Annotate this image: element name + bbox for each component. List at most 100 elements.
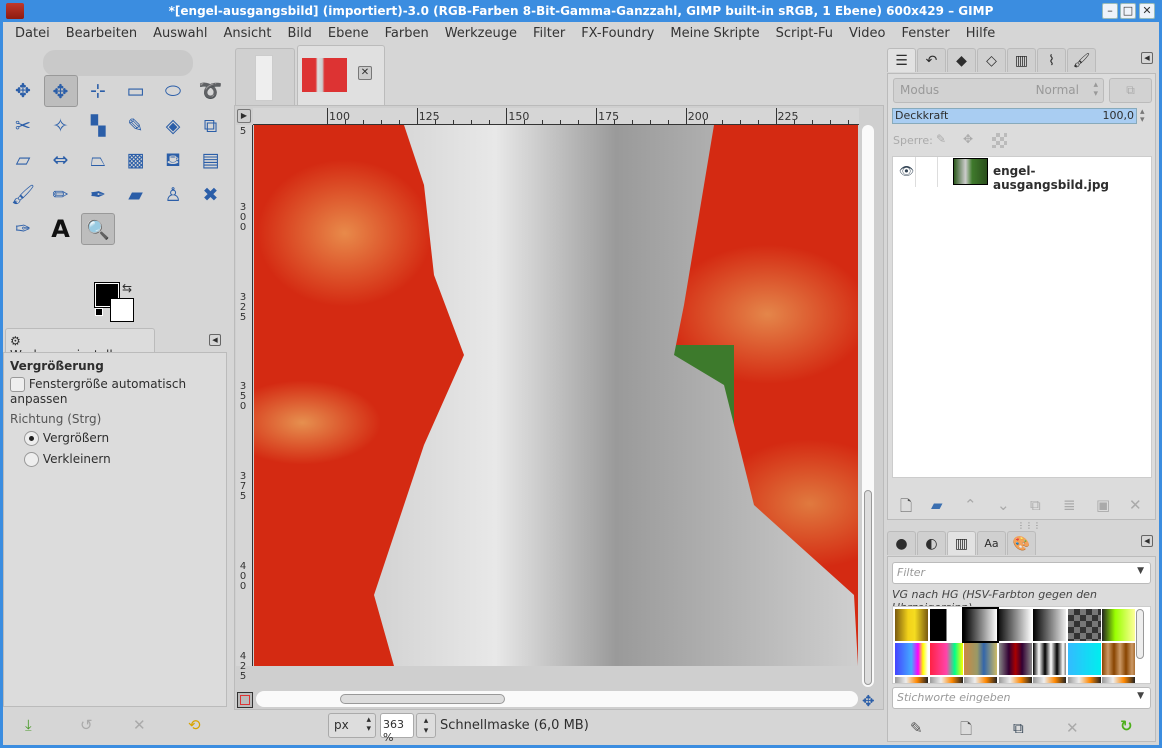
visibility-eye-icon[interactable]: 👁 xyxy=(899,164,914,178)
menu-fx-foundry[interactable]: FX-Foundry xyxy=(573,22,662,46)
tab-gradient-icon[interactable]: ▥ xyxy=(1007,48,1036,72)
color-select-icon[interactable]: ▚ xyxy=(81,110,115,142)
opacity-slider[interactable]: Deckkraft 100,0 xyxy=(892,108,1137,124)
menu-bild[interactable]: Bild xyxy=(280,22,320,46)
fuzzy-select-icon[interactable]: ✧ xyxy=(44,110,78,142)
menu-datei[interactable]: Datei xyxy=(7,22,58,46)
panel-menu-icon[interactable]: ◀ xyxy=(1141,52,1153,64)
tags-input[interactable]: Stichworte eingeben ▼ xyxy=(892,687,1151,709)
shear-icon[interactable]: ▱ xyxy=(6,144,40,176)
panel-menu-icon[interactable]: ◀ xyxy=(1141,535,1153,547)
paintbrush-icon[interactable]: 🖌 xyxy=(6,179,40,211)
heal-icon[interactable]: ✖ xyxy=(194,179,228,211)
scrollbar-thumb[interactable] xyxy=(340,694,505,704)
tab-undo-history-icon[interactable]: ↶ xyxy=(917,48,946,72)
radio-zoom-out[interactable]: Verkleinern xyxy=(24,452,220,467)
unified-transform-icon[interactable]: ◈ xyxy=(156,110,190,142)
radio[interactable] xyxy=(24,452,39,467)
delete-layer-icon[interactable]: ✕ xyxy=(1129,496,1142,514)
maximize-button[interactable]: □ xyxy=(1120,3,1136,19)
lower-layer-icon[interactable]: ⌄ xyxy=(997,496,1010,514)
gimp-app-icon[interactable] xyxy=(6,3,24,19)
blend-icon[interactable]: ▤ xyxy=(194,144,228,176)
bucket-fill-icon[interactable]: ⛾ xyxy=(156,144,190,176)
gradient-swatch[interactable] xyxy=(998,643,1032,675)
layer-name[interactable]: engel-ausgangsbild.jpg xyxy=(993,164,1151,192)
tab-brushes-icon[interactable]: 🖌 xyxy=(1067,48,1096,72)
duplicate-layer-icon[interactable]: ⧉ xyxy=(1030,496,1041,514)
reset-options-icon[interactable]: ⟲ xyxy=(188,716,201,734)
unit-select[interactable]: px ▴ ▾ xyxy=(328,713,376,738)
gradient-swatch[interactable] xyxy=(1102,609,1135,641)
free-select-icon[interactable]: ➰ xyxy=(194,75,228,107)
image-canvas[interactable] xyxy=(254,125,858,666)
default-colors-icon[interactable] xyxy=(95,308,103,316)
perspective-icon[interactable]: ⏢ xyxy=(81,144,115,176)
gradient-swatch[interactable] xyxy=(929,643,963,675)
menu-meine-skripte[interactable]: Meine Skripte xyxy=(662,22,767,46)
swap-colors-icon[interactable]: ⇆ xyxy=(122,281,132,295)
composite-mode-select[interactable]: ⧉ xyxy=(1109,78,1152,103)
raise-layer-icon[interactable]: ⌃ xyxy=(964,496,977,514)
mask-layer-icon[interactable]: ▣ xyxy=(1096,496,1110,514)
tab-palettes-icon[interactable]: 🎨 xyxy=(1007,531,1036,555)
scissors-select-icon[interactable]: ✂ xyxy=(6,110,40,142)
image-menu-button[interactable]: ▶ xyxy=(237,109,251,123)
warp-icon[interactable]: ▩ xyxy=(119,144,153,176)
save-options-icon[interactable]: ⤓ xyxy=(25,716,32,734)
scale-icon[interactable]: ⧉ xyxy=(194,110,228,142)
tab-brush-icon[interactable]: ● xyxy=(887,531,916,555)
auto-resize-checkbox[interactable]: Fenstergröße automatisch anpassen xyxy=(10,377,220,406)
gradient-swatch[interactable] xyxy=(1067,677,1101,683)
navigate-icon[interactable]: ✥ xyxy=(862,692,875,710)
background-color[interactable] xyxy=(110,298,134,322)
menu-fenster[interactable]: Fenster xyxy=(893,22,957,46)
minimize-button[interactable]: – xyxy=(1102,3,1118,19)
gradient-swatch[interactable] xyxy=(1102,643,1135,675)
gradient-swatch[interactable] xyxy=(1033,643,1066,675)
radio[interactable] xyxy=(24,431,39,446)
gradient-swatch[interactable] xyxy=(998,677,1032,683)
close-tab-icon[interactable]: ✕ xyxy=(358,66,372,80)
gradient-swatch[interactable] xyxy=(1067,643,1101,675)
lock-position-icon[interactable]: ✥ xyxy=(963,132,973,146)
tab-paths-tool-icon[interactable]: ⌇ xyxy=(1037,48,1066,72)
gradient-swatch[interactable] xyxy=(895,677,928,683)
wilber-drop-area[interactable] xyxy=(43,50,193,76)
gradient-swatch[interactable] xyxy=(1067,609,1101,641)
zoom-icon[interactable]: 🔍 xyxy=(81,213,115,245)
anchor-layer-icon[interactable]: ≣ xyxy=(1063,496,1076,514)
menu-ebene[interactable]: Ebene xyxy=(320,22,377,46)
menu-filter[interactable]: Filter xyxy=(525,22,573,46)
tab-paths-icon[interactable]: ◇ xyxy=(977,48,1006,72)
airbrush-icon[interactable]: ✒ xyxy=(81,179,115,211)
tab-tool-options[interactable]: ⚙ Werkzeugeinstellungen xyxy=(5,328,155,362)
menu-script-fu[interactable]: Script-Fu xyxy=(768,22,841,46)
menu-farben[interactable]: Farben xyxy=(377,22,437,46)
gradient-swatch[interactable] xyxy=(964,677,997,683)
gradient-swatch[interactable] xyxy=(895,643,928,675)
lock-pixels-icon[interactable]: ✎ xyxy=(936,132,946,146)
close-button[interactable]: ✕ xyxy=(1139,3,1155,19)
delete-gradient-icon[interactable]: ✕ xyxy=(1066,719,1079,737)
menu-auswahl[interactable]: Auswahl xyxy=(145,22,215,46)
gradient-swatch[interactable] xyxy=(929,609,963,641)
refresh-gradients-icon[interactable]: ↻ xyxy=(1120,717,1133,735)
text-icon[interactable]: A xyxy=(44,213,78,245)
filter-input[interactable]: Filter ▼ xyxy=(892,562,1151,584)
clone-icon[interactable]: ♙ xyxy=(156,179,190,211)
menu-ansicht[interactable]: Ansicht xyxy=(215,22,279,46)
foreground-select-icon[interactable]: ✎ xyxy=(119,110,153,142)
paths-icon[interactable]: ✑ xyxy=(6,213,40,245)
horizontal-ruler[interactable]: 100 125 150 175 200 225 xyxy=(253,108,859,125)
new-layer-group-icon[interactable]: ▰ xyxy=(931,496,943,514)
scrollbar-thumb[interactable] xyxy=(864,490,872,685)
move-icon[interactable]: ✥ xyxy=(43,75,78,107)
vertical-scrollbar[interactable] xyxy=(862,125,874,687)
tab-channels-icon[interactable]: ◆ xyxy=(947,48,976,72)
gradient-swatch[interactable] xyxy=(1102,677,1135,683)
scrollbar-thumb[interactable] xyxy=(1136,609,1144,659)
tab-gradients-icon[interactable]: ▥ xyxy=(947,531,976,555)
tab-pattern-icon[interactable]: ◐ xyxy=(917,531,946,555)
gradient-swatch[interactable] xyxy=(962,607,999,643)
